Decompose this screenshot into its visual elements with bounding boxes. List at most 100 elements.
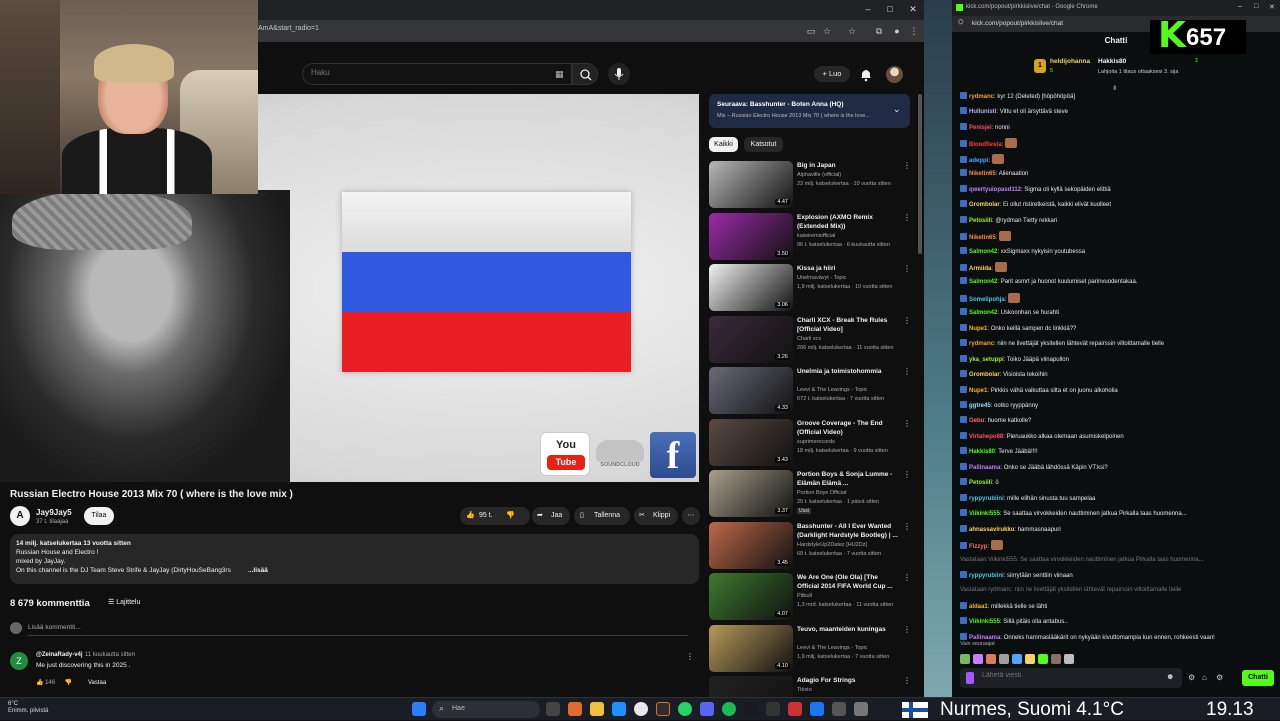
chat-username[interactable]: Penisjei <box>969 125 992 131</box>
recommendation-menu-icon[interactable]: ⋮ <box>903 676 911 685</box>
recommendation-title[interactable]: Charli XCX - Break The Rules [Official V… <box>797 316 901 334</box>
store-icon[interactable] <box>612 702 626 716</box>
emote-icon[interactable] <box>1038 654 1048 664</box>
chat-username[interactable]: rydmanc <box>969 94 994 100</box>
like-count[interactable]: 95 t. <box>479 507 493 525</box>
chat-username[interactable]: Hakkis80 <box>969 449 995 455</box>
chat-username[interactable]: Petosiili <box>969 480 992 486</box>
comment-menu-icon[interactable]: ⋮ <box>686 652 694 661</box>
app-icon[interactable] <box>788 702 802 716</box>
video-thumbnail[interactable]: 4.10 <box>709 624 793 672</box>
discord-icon[interactable] <box>700 702 714 716</box>
recommendation-menu-icon[interactable]: ⋮ <box>903 213 911 222</box>
weather-widget[interactable]: 6°C Enimm. pilvistä <box>8 701 48 715</box>
app-icon[interactable] <box>810 702 824 716</box>
recommendation-channel[interactable]: Alphaville (official) <box>797 172 841 178</box>
video-thumbnail[interactable]: 3.06 <box>709 264 793 311</box>
recommendation-title[interactable]: Unelmia ja toimistohommia <box>797 367 901 376</box>
address-url[interactable]: AmA&start_radio=1 <box>258 25 319 32</box>
close-icon[interactable]: ✕ <box>1269 3 1275 11</box>
chat-username[interactable]: Niketin65 <box>969 235 996 241</box>
subscribe-button[interactable]: Tilaa <box>84 507 114 525</box>
chip-watched[interactable]: Katsotut <box>744 137 783 152</box>
chevron-down-icon[interactable]: ⌄ <box>893 104 901 115</box>
obs-icon[interactable] <box>656 702 670 716</box>
chat-username[interactable]: Grombolar <box>969 202 1000 208</box>
file-explorer-icon[interactable] <box>590 702 604 716</box>
recommendation-menu-icon[interactable]: ⋮ <box>903 573 911 582</box>
video-thumbnail[interactable]: 3.37 <box>709 470 793 517</box>
chat-username[interactable]: Somelipohja <box>969 297 1005 303</box>
recommendation-menu-icon[interactable]: ⋮ <box>903 367 911 376</box>
channel-name[interactable]: Jay9Jay5 <box>36 508 72 517</box>
bookmark-star-icon[interactable]: ☆ <box>820 24 834 38</box>
commenter-avatar[interactable]: Z <box>10 652 28 670</box>
chat-username[interactable]: Bloodfiesta <box>969 142 1002 148</box>
gifter-name[interactable]: Hakkis80 <box>1098 58 1126 65</box>
chat-username[interactable]: Pallinaama <box>969 635 1000 641</box>
chat-username[interactable]: Fizzyp <box>969 544 987 550</box>
search-input[interactable] <box>311 68 541 77</box>
recommendation-item[interactable]: 4.07 We Are One (Ole Ola) [The Official 2… <box>709 573 911 621</box>
dislike-icon[interactable]: 👎 <box>65 680 72 686</box>
add-comment-input[interactable]: Lisää kommentti... <box>28 624 688 636</box>
chat-username[interactable]: Nupe1 <box>969 388 987 394</box>
recommendation-channel[interactable]: HardstyleUp2Datez [HU2Dz] <box>797 542 867 548</box>
up-next-card[interactable]: Seuraava: Basshunter - Boten Anna (HQ) M… <box>709 94 910 128</box>
emote-icon[interactable] <box>1025 654 1035 664</box>
recommendation-item[interactable]: 4.10 Teuvo, maanteiden kuningas Leevi & Th… <box>709 624 911 673</box>
chat-settings-icon[interactable]: ⚙ <box>1188 673 1195 682</box>
recommendation-channel[interactable]: Tiësto <box>797 687 812 693</box>
favorites-icon[interactable]: ☆ <box>845 24 859 38</box>
chat-username[interactable]: Armiida <box>969 266 991 272</box>
chat-username[interactable]: Salmon42 <box>969 249 997 255</box>
save-button[interactable]: ▯ Tallenna <box>574 507 630 525</box>
close-icon[interactable]: ✕ <box>905 4 921 15</box>
recommendation-menu-icon[interactable]: ⋮ <box>903 470 911 479</box>
chat-username[interactable]: Gebu <box>969 418 984 424</box>
task-view-icon[interactable] <box>546 702 560 716</box>
recommendation-title[interactable]: Basshunter - All I Ever Wanted (Darkligh… <box>797 522 901 540</box>
video-thumbnail[interactable]: 3.50 <box>709 212 793 260</box>
chat-username[interactable]: ahnassavirukku <box>969 527 1014 533</box>
taskbar-search[interactable]: ⌕ Hae <box>432 701 540 718</box>
chat-username[interactable]: Viikinki555 <box>969 511 1000 517</box>
description-box[interactable]: 14 milj. katselukertaa 13 vuotta sitten … <box>10 534 699 584</box>
recommendation-title[interactable]: We Are One (Ole Ola) [The Official 2014 … <box>797 573 901 591</box>
chat-username[interactable]: Petosiili <box>969 218 992 224</box>
chat-username[interactable]: rydmanc <box>969 341 994 347</box>
minimize-icon[interactable]: – <box>860 4 876 14</box>
chat-input-box[interactable]: ☻ <box>960 668 1182 688</box>
chat-username[interactable]: Nupe1 <box>969 326 987 332</box>
recommendation-title[interactable]: Explosion (AXMO Remix (Extended Mix)) <box>797 213 901 231</box>
channel-avatar[interactable]: A <box>10 506 30 526</box>
like-icon[interactable]: 👍 <box>466 507 475 525</box>
chat-username[interactable]: yka_setuppi <box>969 357 1004 363</box>
send-chat-button[interactable]: Chatti <box>1242 670 1274 686</box>
show-more-link[interactable]: ...lisää <box>248 567 268 574</box>
cast-icon[interactable]: ▭ <box>804 24 818 38</box>
reply-button[interactable]: Vastaa <box>88 680 106 686</box>
site-info-icon[interactable]: ⛭ <box>958 19 964 27</box>
like-icon[interactable]: 👍 <box>36 680 45 686</box>
maximize-icon[interactable]: □ <box>882 4 898 14</box>
gifter-name[interactable]: heldijohanna <box>1050 58 1090 65</box>
profile-icon[interactable]: ● <box>890 24 904 38</box>
chat-username[interactable]: qwertyuiopasd112 <box>969 187 1021 193</box>
comment-author[interactable]: @ZeinaRady-v4j <box>36 652 83 658</box>
chip-all[interactable]: Kaikki <box>709 137 738 152</box>
recommendation-title[interactable]: Teuvo, maanteiden kuningas <box>797 625 901 634</box>
recommendation-item[interactable]: 3.50 Explosion (AXMO Remix (Extended Mix)… <box>709 212 911 261</box>
emote-icon[interactable] <box>973 654 983 664</box>
recommendation-channel[interactable]: Unelmavävyt - Topic <box>797 275 846 281</box>
emote-icon[interactable] <box>1051 654 1061 664</box>
chat-username[interactable]: aldaa1 <box>969 604 988 610</box>
video-thumbnail[interactable] <box>709 676 793 697</box>
top-gifters-banner[interactable]: 1 heldijohanna 5 Hakkis80 2 Lahjoita 1 t… <box>1030 56 1250 82</box>
sort-comments-button[interactable]: ☰ Lajittelu <box>108 598 140 606</box>
recommendation-title[interactable]: Big in Japan <box>797 161 901 170</box>
emote-picker-icon[interactable] <box>966 672 974 684</box>
chat-username[interactable]: Salmon42 <box>969 279 997 285</box>
recommendation-item[interactable]: 4.47 Big in Japan Alphaville (official) 23 … <box>709 161 911 209</box>
recommendation-channel[interactable]: Leevi & The Leavings - Topic <box>797 387 867 393</box>
